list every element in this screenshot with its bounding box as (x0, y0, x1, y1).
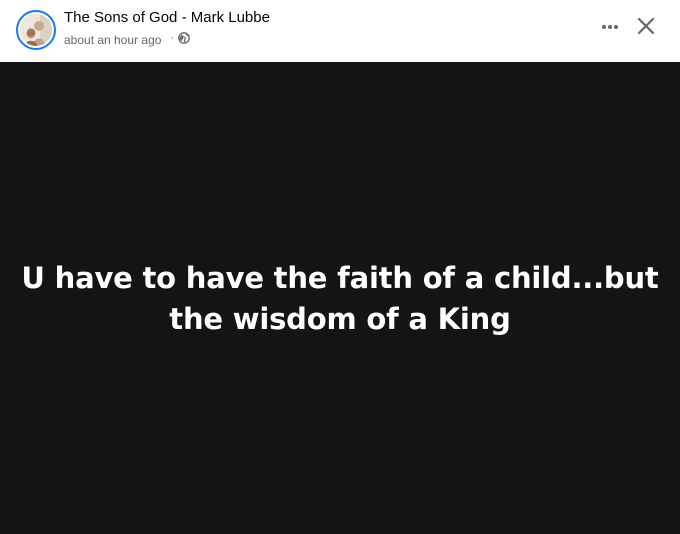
more-options-button[interactable] (596, 14, 624, 40)
post-meta: about an hour ago · (64, 30, 191, 47)
post-timestamp[interactable]: about an hour ago (64, 33, 161, 47)
globe-icon[interactable] (178, 32, 191, 44)
more-options-icon (602, 25, 618, 29)
close-icon (637, 17, 655, 35)
close-button[interactable] (632, 12, 660, 40)
post-content-area: U have to have the faith of a child...bu… (0, 62, 680, 534)
page-title-link[interactable]: The Sons of God - Mark Lubbe (64, 9, 270, 26)
avatar-photo (20, 14, 52, 46)
meta-separator: · (170, 30, 175, 44)
avatar[interactable] (16, 10, 56, 50)
post-header: The Sons of God - Mark Lubbe about an ho… (0, 0, 680, 62)
post-text: U have to have the faith of a child...bu… (21, 261, 659, 336)
